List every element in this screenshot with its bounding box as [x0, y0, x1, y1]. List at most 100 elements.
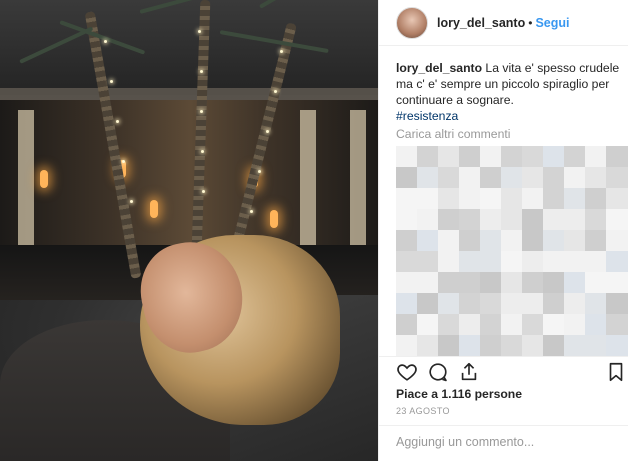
likes-count[interactable]: Piace a 1.116 persone: [396, 387, 522, 401]
blur-pixel: [501, 188, 523, 210]
blur-pixel: [480, 230, 502, 252]
blur-pixel: [606, 167, 628, 189]
blur-pixel: [501, 272, 523, 294]
blur-pixel: [480, 167, 502, 189]
blur-pixel: [396, 272, 418, 294]
blur-pixel: [543, 251, 565, 273]
blur-pixel: [543, 188, 565, 210]
post-date[interactable]: 23 AGOSTO: [396, 406, 450, 416]
blur-pixel: [543, 209, 565, 231]
blur-pixel: [501, 146, 523, 168]
comment-bar: [379, 425, 628, 461]
blur-pixel: [480, 209, 502, 231]
blur-pixel: [438, 314, 460, 336]
blur-pixel: [417, 335, 439, 357]
blur-pixel: [585, 293, 607, 315]
photo-pillar: [18, 110, 34, 250]
fairy-light: [258, 170, 261, 173]
blur-pixel: [522, 335, 544, 357]
blur-pixel: [564, 167, 586, 189]
caption-username[interactable]: lory_del_santo: [396, 61, 482, 75]
blur-pixel: [459, 314, 481, 336]
blur-pixel: [480, 272, 502, 294]
blur-pixel: [417, 146, 439, 168]
blur-pixel: [438, 188, 460, 210]
blur-pixel: [396, 188, 418, 210]
blur-pixel: [543, 272, 565, 294]
fairy-light: [250, 210, 253, 213]
comment-icon[interactable]: [427, 361, 449, 383]
blur-pixel: [606, 209, 628, 231]
fairy-light: [202, 190, 205, 193]
blur-pixel: [585, 167, 607, 189]
blur-pixel: [501, 314, 523, 336]
blur-pixel: [543, 293, 565, 315]
post-header: lory_del_santo • Segui: [379, 0, 628, 46]
blur-pixel: [480, 335, 502, 357]
caption-hashtag[interactable]: #resistenza: [396, 108, 624, 124]
post-caption: lory_del_santo La vita e' spesso crudele…: [396, 60, 624, 124]
blur-pixel: [438, 251, 460, 273]
blur-pixel: [501, 251, 523, 273]
fairy-light: [104, 40, 107, 43]
blur-pixel: [480, 146, 502, 168]
blur-pixel: [459, 167, 481, 189]
blur-pixel: [459, 251, 481, 273]
follow-button[interactable]: Segui: [535, 16, 569, 30]
blur-pixel: [438, 146, 460, 168]
blur-pixel: [522, 251, 544, 273]
blur-pixel: [606, 188, 628, 210]
avatar[interactable]: [396, 6, 428, 39]
blur-pixel: [522, 188, 544, 210]
fairy-light: [266, 130, 269, 133]
blur-pixel: [606, 146, 628, 168]
heart-icon[interactable]: [396, 361, 418, 383]
blur-pixel: [501, 335, 523, 357]
blur-pixel: [438, 230, 460, 252]
blur-pixel: [585, 272, 607, 294]
blur-pixel: [564, 146, 586, 168]
blur-pixel: [459, 209, 481, 231]
blur-pixel: [417, 188, 439, 210]
blur-pixel: [480, 293, 502, 315]
fairy-light: [200, 110, 203, 113]
fairy-light: [201, 150, 204, 153]
comment-input[interactable]: [396, 435, 616, 449]
blur-pixel: [396, 293, 418, 315]
blur-pixel: [396, 251, 418, 273]
blur-pixel: [564, 293, 586, 315]
photo-pillar: [350, 110, 366, 250]
blur-pixel: [606, 251, 628, 273]
blur-pixel: [606, 230, 628, 252]
blur-pixel: [501, 167, 523, 189]
photo-lamp: [150, 200, 158, 218]
bookmark-icon[interactable]: [605, 361, 627, 383]
blur-pixel: [564, 272, 586, 294]
blur-pixel: [417, 251, 439, 273]
blurred-comments: [396, 146, 628, 358]
blur-pixel: [543, 230, 565, 252]
load-more-comments-button[interactable]: Carica altri commenti: [396, 127, 510, 141]
blur-pixel: [417, 167, 439, 189]
blur-pixel: [522, 230, 544, 252]
blur-pixel: [585, 230, 607, 252]
fairy-light: [280, 50, 283, 53]
fairy-light: [122, 160, 125, 163]
blur-pixel: [417, 272, 439, 294]
blur-pixel: [480, 314, 502, 336]
blur-pixel: [480, 188, 502, 210]
blur-pixel: [396, 314, 418, 336]
blur-pixel: [564, 335, 586, 357]
blur-pixel: [522, 293, 544, 315]
blur-pixel: [459, 188, 481, 210]
fairy-light: [116, 120, 119, 123]
fairy-light: [198, 30, 201, 33]
blur-pixel: [396, 167, 418, 189]
post-photo[interactable]: [0, 0, 378, 461]
share-icon[interactable]: [458, 361, 480, 383]
blur-pixel: [522, 272, 544, 294]
blur-pixel: [564, 188, 586, 210]
header-username[interactable]: lory_del_santo: [437, 16, 525, 30]
blur-pixel: [501, 209, 523, 231]
blur-pixel: [543, 167, 565, 189]
